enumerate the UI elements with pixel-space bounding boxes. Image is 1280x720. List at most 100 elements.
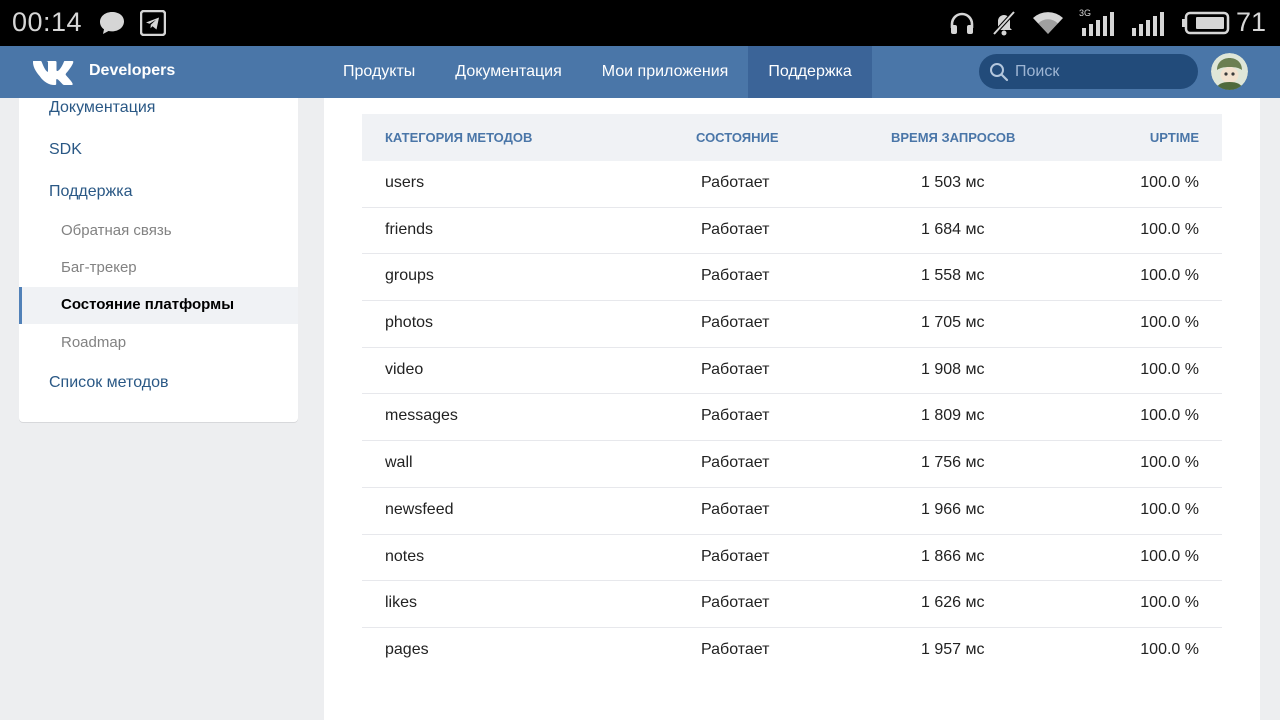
request-time-cell: 1 558 мс — [921, 267, 985, 285]
top-nav: Продукты Документация Мои приложения Под… — [323, 46, 872, 98]
sidebar-item-documentation[interactable]: Документация — [19, 98, 298, 118]
table-row: likes Работает 1 626 мс 100.0 % — [362, 581, 1222, 628]
sidebar-item-sdk[interactable]: SDK — [19, 140, 298, 160]
nav-my-apps[interactable]: Мои приложения — [582, 46, 749, 98]
search-box[interactable] — [979, 54, 1198, 89]
search-input[interactable] — [1015, 54, 1185, 89]
table-row: friends Работает 1 684 мс 100.0 % — [362, 208, 1222, 255]
category-cell: messages — [385, 407, 458, 425]
sidebar-subitem-label: Roadmap — [61, 334, 127, 351]
sidebar-subitem-label: Состояние платформы — [61, 296, 235, 313]
status-cell: Работает — [701, 267, 770, 285]
request-time-cell: 1 866 мс — [921, 547, 985, 565]
uptime-cell: 100.0 % — [1140, 314, 1199, 332]
nav-products[interactable]: Продукты — [323, 46, 435, 98]
category-cell: wall — [385, 454, 413, 472]
uptime-cell: 100.0 % — [1140, 454, 1199, 472]
status-cell: Работает — [701, 454, 770, 472]
uptime-cell: 100.0 % — [1140, 640, 1199, 658]
uptime-cell: 100.0 % — [1140, 220, 1199, 238]
request-time-cell: 1 756 мс — [921, 454, 985, 472]
top-header: Developers Продукты Документация Мои при… — [0, 46, 1280, 98]
table-row: messages Работает 1 809 мс 100.0 % — [362, 394, 1222, 442]
category-cell: likes — [385, 594, 418, 612]
request-time-cell: 1 966 мс — [921, 500, 985, 518]
uptime-cell: 100.0 % — [1140, 407, 1199, 425]
sidebar-subitem-feedback[interactable]: Обратная связь — [19, 213, 298, 250]
sidebar-subitem-platform-status[interactable]: Состояние платформы — [19, 287, 298, 324]
status-time: 00:14 — [12, 7, 83, 37]
request-time-cell: 1 957 мс — [921, 640, 985, 658]
category-cell: notes — [385, 547, 425, 565]
request-time-cell: 1 908 мс — [921, 360, 985, 378]
sidebar-item-support[interactable]: Поддержка — [19, 182, 298, 202]
sidebar-item-label: Документация — [49, 99, 156, 116]
table-row: wall Работает 1 756 мс 100.0 % — [362, 441, 1222, 488]
table-body: users Работает 1 503 мс 100.0 % friends Работ… — [362, 161, 1222, 675]
status-bar: 00:14 3G 71 — [0, 0, 1280, 46]
table-row: groups Работает 1 558 мс 100.0 % — [362, 254, 1222, 302]
request-time-cell: 1 684 мс — [921, 220, 985, 238]
status-cell: Работает — [701, 640, 770, 658]
status-cell: Работает — [701, 314, 770, 332]
telegram-icon — [140, 0, 166, 46]
sidebar-item-label: Список методов — [49, 374, 169, 391]
category-cell: video — [385, 360, 424, 378]
uptime-cell: 100.0 % — [1140, 267, 1199, 285]
table-row: photos Работает 1 705 мс 100.0 % — [362, 301, 1222, 348]
request-time-cell: 1 503 мс — [921, 174, 985, 191]
headphones-icon — [948, 0, 976, 46]
battery-icon — [1182, 0, 1230, 46]
category-cell: pages — [385, 640, 429, 658]
sidebar-subitem-bugtracker[interactable]: Баг-трекер — [19, 250, 298, 287]
uptime-cell: 100.0 % — [1140, 360, 1199, 378]
status-cell: Работает — [701, 500, 770, 518]
category-cell: friends — [385, 220, 434, 238]
category-cell: groups — [385, 267, 434, 285]
table-row: video Работает 1 908 мс 100.0 % — [362, 348, 1222, 395]
sidebar-subitem-label: Баг-трекер — [61, 259, 137, 276]
sidebar: Документация SDK Поддержка Обратная связ… — [19, 98, 298, 422]
sidebar-subitem-label: Обратная связь — [61, 222, 172, 239]
table-row: newsfeed Работает 1 966 мс 100.0 % — [362, 488, 1222, 535]
chat-bubble-icon — [98, 0, 126, 46]
column-header-status[interactable]: СОСТОЯНИЕ — [696, 130, 779, 145]
column-header-request-time[interactable]: ВРЕМЯ ЗАПРОСОВ — [891, 130, 1015, 145]
uptime-cell: 100.0 % — [1140, 547, 1199, 565]
uptime-cell: 100.0 % — [1140, 594, 1199, 612]
signal-icon — [1128, 0, 1166, 46]
mute-icon — [990, 0, 1018, 46]
nav-support[interactable]: Поддержка — [748, 46, 872, 98]
status-cell: Работает — [701, 547, 770, 565]
sidebar-item-label: SDK — [49, 141, 82, 158]
status-cell: Работает — [701, 360, 770, 378]
search-icon — [989, 62, 1009, 87]
table-header: КАТЕГОРИЯ МЕТОДОВ СОСТОЯНИЕ ВРЕМЯ ЗАПРОС… — [362, 114, 1222, 161]
column-header-category[interactable]: КАТЕГОРИЯ МЕТОДОВ — [385, 130, 532, 145]
signal-3g-icon: 3G — [1078, 0, 1116, 46]
request-time-cell: 1 626 мс — [921, 594, 985, 612]
status-cell: Работает — [701, 594, 770, 612]
sidebar-subitem-roadmap[interactable]: Roadmap — [19, 325, 298, 362]
status-cell: Работает — [701, 174, 770, 191]
category-cell: photos — [385, 314, 434, 332]
vk-logo-icon[interactable] — [32, 58, 76, 86]
uptime-cell: 100.0 % — [1140, 174, 1199, 191]
nav-documentation[interactable]: Документация — [435, 46, 581, 98]
sidebar-item-label: Поддержка — [49, 183, 133, 200]
svg-text:3G: 3G — [1079, 8, 1091, 18]
table-row: notes Работает 1 866 мс 100.0 % — [362, 535, 1222, 582]
table-row: users Работает 1 503 мс 100.0 % — [362, 161, 1222, 208]
category-cell: newsfeed — [385, 500, 454, 518]
brand-title[interactable]: Developers — [89, 62, 175, 80]
main-content: КАТЕГОРИЯ МЕТОДОВ СОСТОЯНИЕ ВРЕМЯ ЗАПРОС… — [324, 98, 1260, 720]
sidebar-item-methods-list[interactable]: Список методов — [19, 374, 298, 394]
status-cell: Работает — [701, 220, 770, 238]
avatar[interactable] — [1211, 53, 1248, 90]
battery-level: 71 — [1235, 7, 1266, 37]
platform-status-table: КАТЕГОРИЯ МЕТОДОВ СОСТОЯНИЕ ВРЕМЯ ЗАПРОС… — [362, 114, 1222, 675]
column-header-uptime[interactable]: UPTIME — [1150, 130, 1199, 145]
category-cell: users — [385, 174, 425, 191]
request-time-cell: 1 809 мс — [921, 407, 985, 425]
status-cell: Работает — [701, 407, 770, 425]
